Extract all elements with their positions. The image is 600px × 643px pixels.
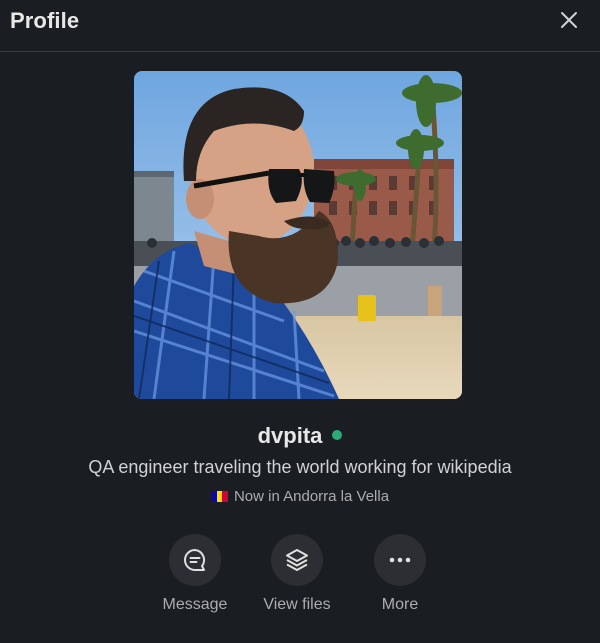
profile-location-row: Now in Andorra la Vella <box>0 488 600 505</box>
message-button-circle[interactable] <box>169 534 221 586</box>
status-active-icon <box>332 430 343 441</box>
message-button[interactable]: Message <box>145 534 245 614</box>
profile-bio: QA engineer traveling the world working … <box>88 457 512 477</box>
close-icon[interactable] <box>558 9 580 31</box>
profile-panel: Profile dvpita QA engineer traveling the… <box>0 0 600 643</box>
view-files-button[interactable]: View files <box>247 534 347 614</box>
profile-photo-image <box>134 71 462 399</box>
profile-header: Profile <box>0 0 600 52</box>
more-button[interactable]: More <box>350 534 450 614</box>
view-files-button-circle[interactable] <box>271 534 323 586</box>
profile-name: dvpita <box>257 423 323 448</box>
profile-photo[interactable] <box>134 71 462 399</box>
message-button-label: Message <box>162 596 228 613</box>
layers-icon <box>286 549 308 571</box>
profile-name-row: dvpita <box>0 423 600 449</box>
more-icon <box>389 557 411 563</box>
profile-actions: Message View files More <box>0 534 600 624</box>
andorra-flag-icon <box>210 490 228 502</box>
view-files-button-label: View files <box>263 596 331 613</box>
more-button-label: More <box>381 596 419 613</box>
more-button-circle[interactable] <box>374 534 426 586</box>
message-icon <box>184 549 206 571</box>
panel-title: Profile <box>10 8 80 33</box>
profile-location: Now in Andorra la Vella <box>233 488 390 505</box>
